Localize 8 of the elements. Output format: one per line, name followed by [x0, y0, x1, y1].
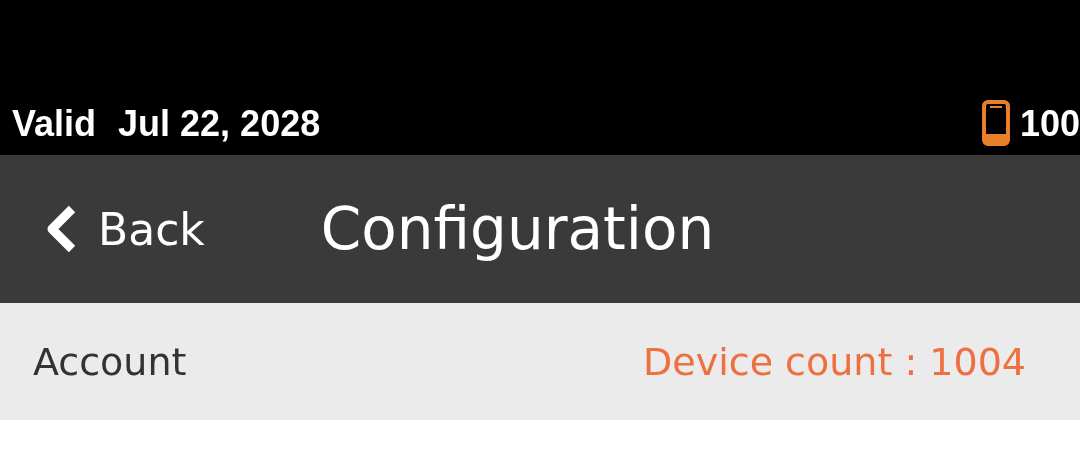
phone-icon	[981, 100, 1010, 146]
page-title: Configuration	[320, 195, 715, 263]
account-label: Account	[33, 339, 187, 384]
back-button[interactable]: Back	[44, 203, 205, 255]
device-count: Device count : 1004	[643, 339, 1026, 384]
validity-date: Jul 22, 2028	[118, 102, 321, 146]
device-number: 100	[1019, 102, 1080, 146]
validity-label: Valid	[12, 102, 97, 146]
